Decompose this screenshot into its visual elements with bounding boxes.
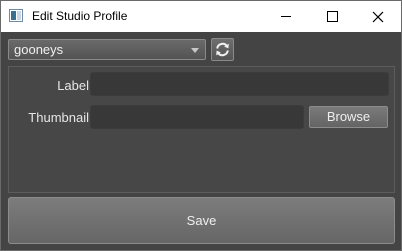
close-button[interactable] bbox=[355, 1, 401, 32]
close-icon bbox=[372, 11, 384, 22]
label-input[interactable] bbox=[91, 73, 388, 95]
maximize-button[interactable] bbox=[309, 1, 355, 32]
minimize-icon bbox=[281, 16, 291, 17]
thumbnail-caption: Thumbnail bbox=[28, 110, 89, 125]
app-icon bbox=[9, 9, 23, 22]
label-caption: Label bbox=[57, 78, 89, 93]
profile-form-panel: Label Thumbnail Browse bbox=[8, 66, 395, 193]
save-button[interactable]: Save bbox=[8, 197, 395, 244]
refresh-button[interactable] bbox=[211, 38, 234, 61]
profile-dropdown[interactable]: gooneys bbox=[8, 39, 206, 60]
edit-studio-profile-window: Edit Studio Profile gooneys Label Thumbn… bbox=[0, 0, 402, 251]
thumbnail-field-wrapper bbox=[90, 105, 304, 129]
thumbnail-input[interactable] bbox=[91, 106, 303, 128]
label-field-wrapper bbox=[90, 72, 389, 96]
maximize-icon bbox=[326, 11, 338, 22]
window-title: Edit Studio Profile bbox=[32, 9, 128, 23]
browse-button[interactable]: Browse bbox=[309, 106, 388, 128]
chevron-down-icon bbox=[191, 48, 199, 53]
profile-dropdown-value: gooneys bbox=[14, 42, 64, 57]
refresh-icon bbox=[216, 42, 229, 57]
minimize-button[interactable] bbox=[263, 1, 309, 32]
title-bar[interactable]: Edit Studio Profile bbox=[1, 1, 401, 32]
